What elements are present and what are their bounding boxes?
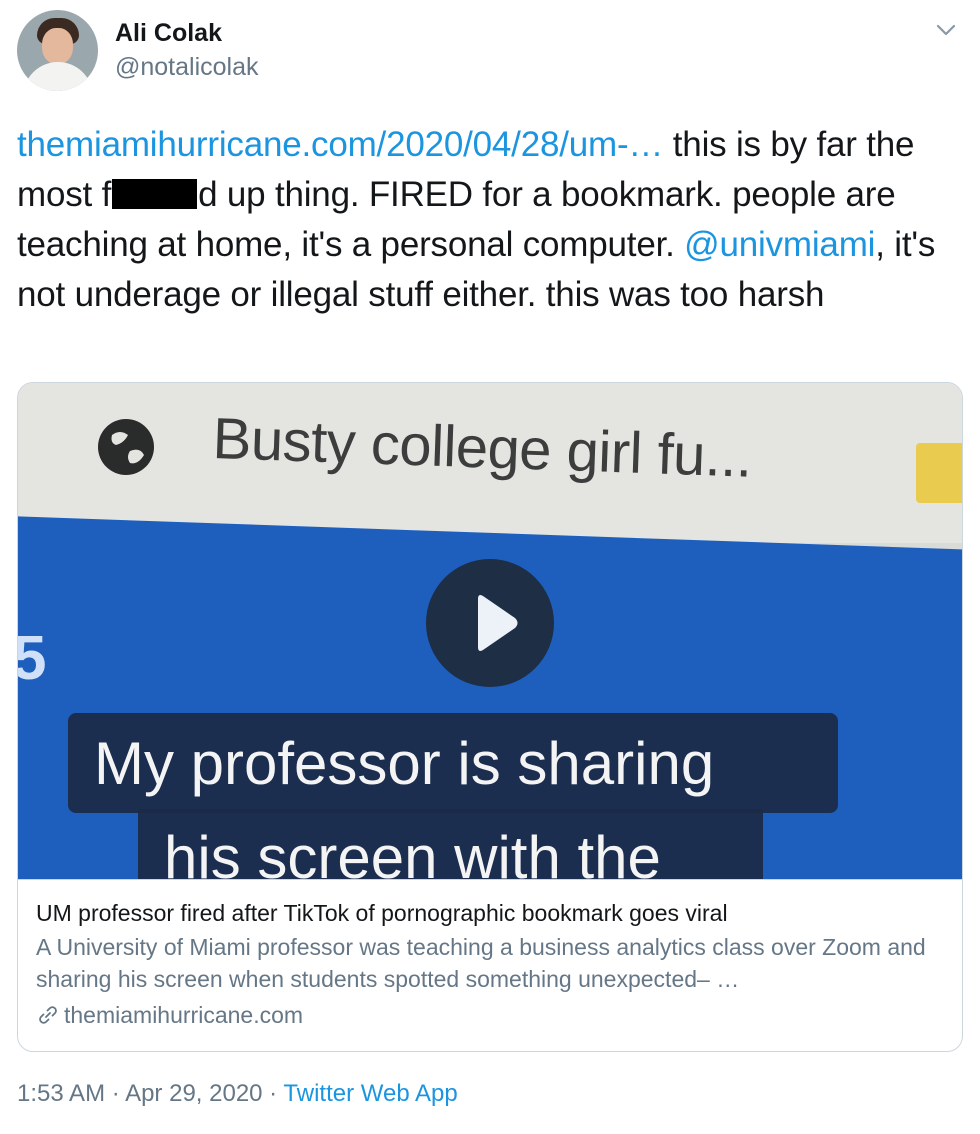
thumbnail-number: 5: [18, 623, 46, 694]
thumbnail-caption-line2: his screen with the: [164, 824, 661, 879]
chevron-down-icon[interactable]: [932, 20, 960, 40]
link-card[interactable]: Busty college girl fu... 5 My professor …: [17, 382, 963, 1052]
mention-link[interactable]: @univmiami: [684, 225, 875, 264]
thumbnail-caption-line1: My professor is sharing: [94, 730, 715, 797]
censor-bar: [112, 179, 198, 209]
card-domain-text: themiamihurricane.com: [64, 1002, 304, 1028]
tweet-text: themiamihurricane.com/2020/04/28/um-… th…: [17, 120, 962, 320]
card-title: UM professor fired after TikTok of porno…: [36, 900, 728, 926]
tweet-footer: 1:53 AM · Apr 29, 2020 · Twitter Web App: [17, 1078, 458, 1110]
avatar[interactable]: [17, 10, 98, 91]
author-display-name[interactable]: Ali Colak: [115, 18, 222, 48]
tweet-url-link[interactable]: themiamihurricane.com/2020/04/28/um-…: [17, 125, 663, 164]
author-handle[interactable]: @notalicolak: [115, 52, 259, 82]
play-button[interactable]: [426, 559, 554, 687]
thumbnail-yellow-square: [916, 443, 962, 503]
footer-separator-2: ·: [262, 1080, 284, 1107]
card-video-thumbnail[interactable]: Busty college girl fu... 5 My professor …: [18, 383, 962, 879]
link-icon: [36, 1003, 60, 1027]
globe-icon: [98, 419, 154, 475]
footer-separator: ·: [105, 1080, 126, 1107]
card-domain: themiamihurricane.com: [36, 1000, 303, 1030]
tweet-time[interactable]: 1:53 AM: [17, 1080, 105, 1107]
play-icon: [478, 595, 518, 651]
avatar-face: [42, 28, 73, 64]
avatar-shirt: [23, 62, 93, 91]
tweet-source-link[interactable]: Twitter Web App: [283, 1080, 457, 1107]
card-info[interactable]: UM professor fired after TikTok of porno…: [18, 879, 962, 1051]
card-description: A University of Miami professor was teac…: [36, 934, 926, 992]
tweet-date[interactable]: Apr 29, 2020: [125, 1080, 262, 1107]
